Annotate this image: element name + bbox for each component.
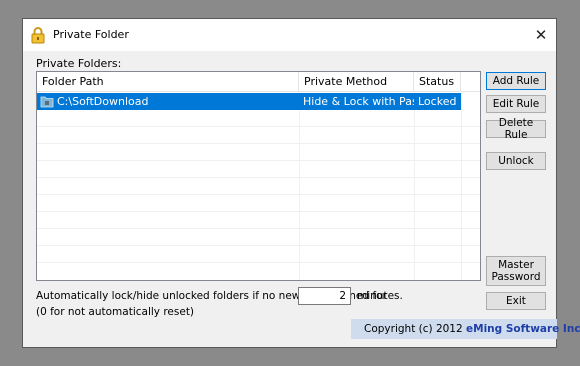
- brand-link[interactable]: eMing Software Inc.: [466, 323, 580, 335]
- table-row[interactable]: C:\SoftDownload Hide & Lock with Passwor…: [37, 93, 461, 110]
- delete-rule-button[interactable]: Delete Rule: [486, 117, 546, 141]
- list-header: Folder Path Private Method Status: [37, 72, 480, 92]
- copyright-bar: Copyright (c) 2012 eMing Software Inc.: [351, 319, 580, 339]
- master-password-button[interactable]: Master Password: [486, 256, 546, 286]
- empty-row: [37, 161, 480, 178]
- private-folder-window: Private Folder ✕ Private Folders: Folder…: [22, 18, 580, 348]
- column-header-folder-path[interactable]: Folder Path: [37, 72, 299, 92]
- master-password-label-line2: Password: [491, 271, 541, 283]
- minutes-unit-label: minutes.: [357, 290, 403, 302]
- private-method-cell: Hide & Lock with Password: [303, 95, 414, 108]
- folder-icon: [40, 96, 54, 108]
- empty-row: [37, 127, 480, 144]
- empty-row: [37, 212, 480, 229]
- auto-lock-note: (0 for not automatically reset): [36, 306, 195, 318]
- empty-row: [37, 229, 480, 246]
- edit-rule-button[interactable]: Edit Rule: [486, 95, 546, 113]
- column-header-private-method[interactable]: Private Method: [299, 72, 414, 92]
- title-bar[interactable]: Private Folder ✕: [23, 19, 556, 51]
- exit-button[interactable]: Exit: [486, 292, 546, 310]
- column-header-status[interactable]: Status: [414, 72, 461, 92]
- window-title: Private Folder: [53, 28, 129, 41]
- empty-row: [37, 110, 480, 127]
- close-button[interactable]: ✕: [526, 19, 556, 51]
- folder-path-cell: C:\SoftDownload: [57, 95, 149, 108]
- add-rule-button[interactable]: Add Rule: [486, 72, 546, 90]
- empty-row: [37, 178, 480, 195]
- close-icon: ✕: [534, 26, 548, 44]
- empty-row: [37, 144, 480, 161]
- status-cell: Locked: [418, 95, 457, 108]
- private-folders-list[interactable]: Folder Path Private Method Status C:\Sof…: [36, 71, 481, 281]
- copyright-text: Copyright (c) 2012: [364, 323, 463, 335]
- lock-icon: [31, 27, 45, 44]
- minutes-input[interactable]: 2: [298, 287, 351, 305]
- private-folders-label: Private Folders:: [36, 57, 122, 70]
- empty-row: [37, 246, 480, 263]
- unlock-button[interactable]: Unlock: [486, 152, 546, 170]
- empty-row: [37, 195, 480, 212]
- master-password-label-line1: Master: [498, 259, 534, 271]
